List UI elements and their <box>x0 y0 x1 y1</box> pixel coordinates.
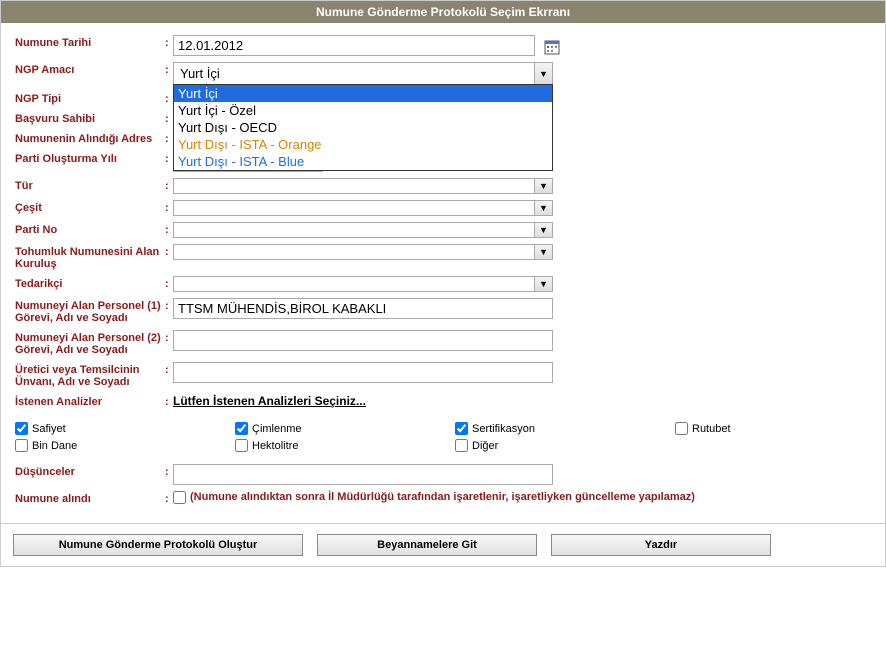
separator: : <box>165 35 173 49</box>
page-title: Numune Gönderme Protokolü Seçim Ekrranı <box>1 1 885 23</box>
sertifikasyon-checkbox[interactable] <box>455 422 468 435</box>
separator: : <box>165 362 173 376</box>
label-basvuru-sahibi: Başvuru Sahibi <box>15 111 165 125</box>
parti-no-value <box>176 229 184 233</box>
label-tedarikci: Tedarikçi <box>15 276 165 290</box>
tohumluk-select[interactable]: ▼ <box>173 244 553 260</box>
bindane-checkbox[interactable] <box>15 439 28 452</box>
numune-alindi-checkbox[interactable] <box>173 491 186 504</box>
ngp-amaci-select[interactable]: Yurt İçi ▼ <box>173 62 553 85</box>
chevron-down-icon[interactable]: ▼ <box>534 245 552 259</box>
chevron-down-icon[interactable]: ▼ <box>534 277 552 291</box>
tur-select[interactable]: ▼ <box>173 178 553 194</box>
label-parti-yil: Parti Oluşturma Yılı <box>15 151 165 165</box>
numune-tarihi-input[interactable] <box>173 35 535 56</box>
separator: : <box>165 298 173 312</box>
label-dusunceler: Düşünceler <box>15 464 165 478</box>
tur-value <box>176 185 184 189</box>
chevron-down-icon[interactable]: ▼ <box>534 179 552 193</box>
separator: : <box>165 151 173 165</box>
beyan-button[interactable]: Beyannamelere Git <box>317 534 537 556</box>
separator: : <box>165 491 173 505</box>
rutubet-label: Rutubet <box>692 423 731 435</box>
separator: : <box>165 200 173 214</box>
label-parti-no: Parti No <box>15 222 165 236</box>
label-cesit: Çeşit <box>15 200 165 214</box>
dropdown-option[interactable]: Yurt Dışı - ISTA - Orange <box>174 136 552 153</box>
footer: Numune Gönderme Protokolü Oluştur Beyann… <box>1 523 885 566</box>
label-ngp-tipi: NGP Tipi <box>15 91 165 105</box>
diger-checkbox[interactable] <box>455 439 468 452</box>
cimlenme-label: Çimlenme <box>252 423 302 435</box>
separator: : <box>165 222 173 236</box>
separator: : <box>165 91 173 105</box>
separator: : <box>165 131 173 145</box>
numune-alindi-note: (Numune alındıktan sonra İl Müdürlüğü ta… <box>190 491 695 503</box>
separator: : <box>165 464 173 478</box>
chevron-down-icon[interactable]: ▼ <box>534 201 552 215</box>
sertifikasyon-label: Sertifikasyon <box>472 423 535 435</box>
separator: : <box>165 276 173 290</box>
hektolitre-label: Hektolitre <box>252 440 298 452</box>
label-numune-adres: Numunenin Alındığı Adres <box>15 131 165 145</box>
label-tur: Tür <box>15 178 165 192</box>
separator: : <box>165 244 173 258</box>
form-area: Numune Tarihi : NGP Amacı : Yurt İçi ▼ Y… <box>1 23 885 523</box>
cesit-value <box>176 207 184 211</box>
tedarikci-value <box>176 283 184 287</box>
separator: : <box>165 62 173 76</box>
dropdown-option[interactable]: Yurt Dışı - OECD <box>174 119 552 136</box>
bindane-label: Bin Dane <box>32 440 77 452</box>
istenen-link[interactable]: Lütfen İstenen Analizleri Seçiniz... <box>173 394 366 408</box>
dropdown-option[interactable]: Yurt İçi - Özel <box>174 102 552 119</box>
label-istenen: İstenen Analizler <box>15 394 165 408</box>
label-personel2: Numuneyi Alan Personel (2) Görevi, Adı v… <box>15 330 165 356</box>
label-ngp-amaci: NGP Amacı <box>15 62 165 76</box>
dropdown-option[interactable]: Yurt Dışı - ISTA - Blue <box>174 153 552 170</box>
separator: : <box>165 394 173 408</box>
label-numune-alindi: Numune alındı <box>15 491 165 505</box>
safiyet-label: Safiyet <box>32 423 66 435</box>
diger-label: Diğer <box>472 440 498 452</box>
dropdown-option[interactable]: Yurt İçi <box>174 85 552 102</box>
label-tohumluk: Tohumluk Numunesini Alan Kuruluş <box>15 244 165 270</box>
separator: : <box>165 178 173 192</box>
safiyet-checkbox[interactable] <box>15 422 28 435</box>
chevron-down-icon[interactable]: ▼ <box>534 63 552 84</box>
personel1-input[interactable] <box>173 298 553 319</box>
parti-no-select[interactable]: ▼ <box>173 222 553 238</box>
calendar-icon[interactable] <box>544 39 560 55</box>
yazdir-button[interactable]: Yazdır <box>551 534 771 556</box>
cesit-select[interactable]: ▼ <box>173 200 553 216</box>
label-numune-tarihi: Numune Tarihi <box>15 35 165 49</box>
separator: : <box>165 111 173 125</box>
ngp-amaci-dropdown: Yurt İçi Yurt İçi - Özel Yurt Dışı - OEC… <box>173 84 553 171</box>
separator: : <box>165 330 173 344</box>
tohumluk-value <box>176 251 184 255</box>
label-uretici: Üretici veya Temsilcinin Ünvanı, Adı ve … <box>15 362 165 388</box>
tedarikci-select[interactable]: ▼ <box>173 276 553 292</box>
label-personel1: Numuneyi Alan Personel (1) Görevi, Adı v… <box>15 298 165 324</box>
uretici-input[interactable] <box>173 362 553 383</box>
cimlenme-checkbox[interactable] <box>235 422 248 435</box>
dusunceler-input[interactable] <box>173 464 553 485</box>
hektolitre-checkbox[interactable] <box>235 439 248 452</box>
create-button[interactable]: Numune Gönderme Protokolü Oluştur <box>13 534 303 556</box>
ngp-amaci-value: Yurt İçi <box>176 64 224 83</box>
personel2-input[interactable] <box>173 330 553 351</box>
chevron-down-icon[interactable]: ▼ <box>534 223 552 237</box>
rutubet-checkbox[interactable] <box>675 422 688 435</box>
